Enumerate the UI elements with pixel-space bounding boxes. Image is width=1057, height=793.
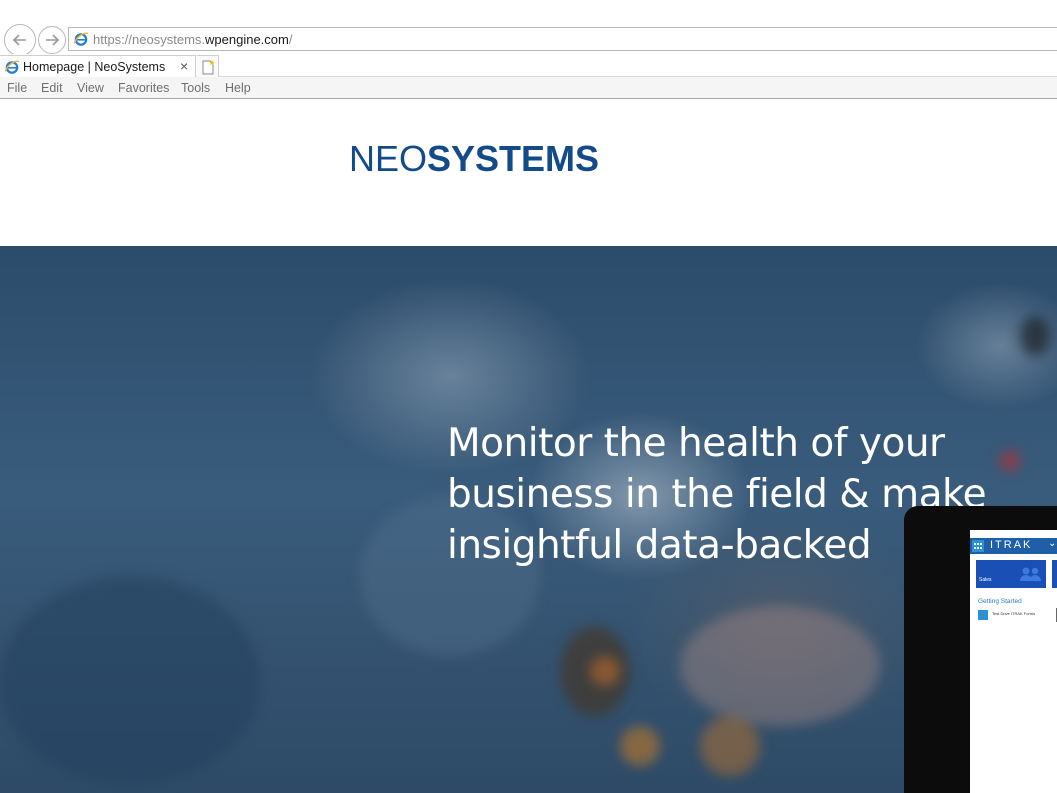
url-text: https://neosystems.wpengine.com/	[93, 32, 293, 47]
menu-help[interactable]: Help	[225, 81, 251, 95]
app-grid-icon	[972, 540, 984, 552]
address-bar-row: https://neosystems.wpengine.com/	[0, 24, 1057, 56]
sales-tile: Sales	[976, 560, 1046, 588]
new-tab-button[interactable]	[197, 55, 219, 77]
menu-tools[interactable]: Tools	[181, 81, 210, 95]
background-blur-shape	[590, 656, 620, 686]
hero-banner: Monitor the health of your business in t…	[0, 246, 1057, 793]
tab-strip: Homepage | NeoSystems ×	[0, 54, 1057, 77]
background-blur-shape	[0, 576, 260, 786]
site-header: NEOSYSTEMS	[0, 99, 1057, 246]
tablet-screen: ITRAK ⌄ Sales Getting Started Test Drive…	[970, 530, 1057, 793]
forward-arrow-icon	[46, 34, 60, 46]
itrak-title: ITRAK	[990, 539, 1033, 551]
tablet-mockup: ITRAK ⌄ Sales Getting Started Test Drive…	[904, 506, 1057, 793]
menu-favorites[interactable]: Favorites	[118, 81, 169, 95]
users-icon	[1020, 567, 1041, 581]
getting-started-heading: Getting Started	[978, 598, 1022, 605]
background-blur-shape	[680, 606, 880, 726]
ie-page-icon	[73, 32, 89, 46]
forward-button[interactable]	[38, 26, 66, 54]
menu-bar: File Edit View Favorites Tools Help	[0, 77, 1057, 99]
back-arrow-icon	[12, 34, 26, 46]
background-blur-shape	[1020, 316, 1050, 356]
itrak-app-bar: ITRAK ⌄	[970, 538, 1057, 554]
background-blur-shape	[700, 716, 760, 776]
form-icon	[978, 610, 988, 620]
ie-tab-icon	[4, 60, 20, 74]
menu-edit[interactable]: Edit	[41, 81, 63, 95]
menu-view[interactable]: View	[77, 81, 104, 95]
url-field[interactable]: https://neosystems.wpengine.com/	[68, 27, 1057, 51]
background-blur-shape	[620, 726, 660, 766]
new-tab-icon	[202, 60, 215, 75]
tab-title: Homepage | NeoSystems	[23, 60, 166, 74]
secondary-tile	[1052, 560, 1057, 588]
close-tab-icon[interactable]: ×	[180, 58, 188, 74]
tab-homepage[interactable]: Homepage | NeoSystems ×	[0, 55, 196, 77]
back-button[interactable]	[4, 24, 36, 56]
neosystems-logo[interactable]: NEOSYSTEMS	[349, 139, 599, 179]
test-drive-label: Test Drive ITRAK Forms	[992, 611, 1036, 616]
menu-file[interactable]: File	[7, 81, 27, 95]
sales-tile-label: Sales	[979, 577, 992, 583]
chevron-down-icon: ⌄	[1048, 538, 1057, 549]
